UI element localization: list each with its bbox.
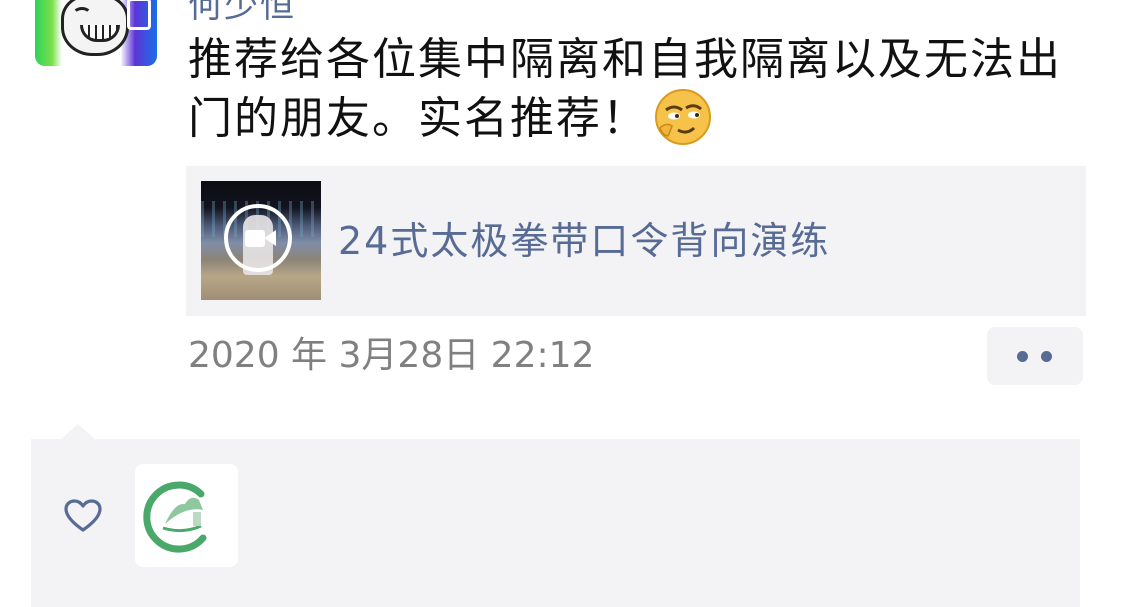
liker-avatar[interactable] <box>135 464 238 567</box>
post-text-content: 推荐给各位集中隔离和自我隔离以及无法出门的朋友。实名推荐！ <box>188 34 1062 144</box>
link-title[interactable]: 24式太极拳带口令背向演练 <box>338 215 830 267</box>
video-thumbnail <box>201 181 321 300</box>
moments-post-screen: 何少恒 推荐给各位集中隔离和自我隔离以及无法出门的朋友。实名推荐！ 24式太极拳… <box>0 0 1125 607</box>
more-options-button[interactable] <box>987 327 1083 385</box>
likes-panel-caret <box>60 424 96 440</box>
author-name[interactable]: 何少恒 <box>188 0 296 27</box>
post-timestamp: 2020 年 3月28日 22:12 <box>188 335 595 376</box>
more-options-icon-dot <box>1041 351 1052 362</box>
post-text: 推荐给各位集中隔离和自我隔离以及无法出门的朋友。实名推荐！ <box>188 30 1088 150</box>
more-options-icon <box>1017 351 1028 362</box>
avatar-arm-image <box>127 0 151 30</box>
heart-icon <box>64 499 102 533</box>
likes-panel <box>31 439 1080 607</box>
liker-avatar-logo <box>143 481 207 553</box>
smirk-face-emoji-icon <box>654 88 712 146</box>
shared-link-card[interactable]: 24式太极拳带口令背向演练 <box>186 166 1086 316</box>
avatar-face-image <box>61 0 129 56</box>
author-avatar[interactable] <box>35 0 157 66</box>
video-camera-icon <box>224 204 292 272</box>
